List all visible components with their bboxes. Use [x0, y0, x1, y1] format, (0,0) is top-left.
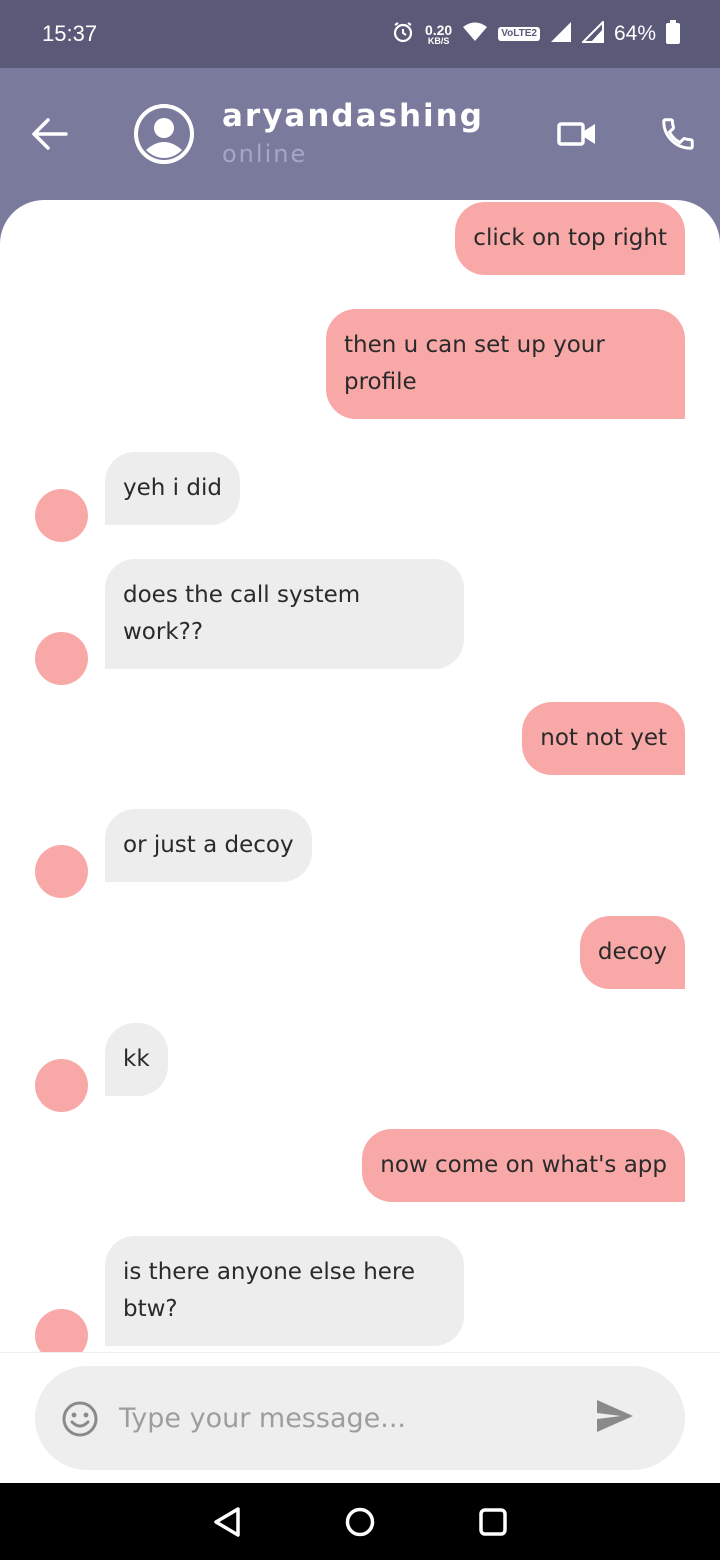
- net-speed: 0.20 KB/S: [425, 23, 452, 46]
- sender-avatar[interactable]: [35, 489, 88, 542]
- contact-name[interactable]: aryandashing: [222, 98, 484, 134]
- contact-avatar[interactable]: [134, 104, 194, 164]
- message-bubble-incoming[interactable]: or just a decoy: [105, 809, 312, 882]
- composer: [0, 1352, 720, 1483]
- volte-badge: VoLTE2: [498, 27, 540, 41]
- emoji-icon: [62, 1401, 98, 1437]
- message-bubble-incoming[interactable]: yeh i did: [105, 452, 240, 525]
- message-bubble-outgoing[interactable]: then u can set up your profile: [326, 309, 685, 419]
- video-call-icon: [557, 122, 595, 146]
- contact-status: online: [222, 140, 308, 168]
- message-bubble-outgoing[interactable]: click on top right: [455, 202, 685, 275]
- send-icon: [597, 1400, 633, 1432]
- message-bubble-incoming[interactable]: kk: [105, 1023, 168, 1096]
- home-circle-icon: [345, 1507, 375, 1536]
- sender-avatar[interactable]: [35, 1059, 88, 1112]
- back-button[interactable]: [28, 112, 72, 156]
- chat-screen: 15:37 0.20 KB/S VoLTE2 64% aryandashing …: [0, 0, 720, 1560]
- battery-icon: [666, 20, 680, 48]
- message-input-container: [35, 1366, 685, 1470]
- sender-avatar[interactable]: [35, 845, 88, 898]
- back-triangle-icon: [213, 1506, 240, 1537]
- phone-call-button[interactable]: [656, 112, 700, 156]
- send-button[interactable]: [595, 1398, 639, 1438]
- status-indicators: 0.20 KB/S VoLTE2 64%: [391, 19, 680, 48]
- recents-square-icon: [479, 1507, 508, 1536]
- status-bar: 15:37 0.20 KB/S VoLTE2 64%: [0, 0, 720, 68]
- back-arrow-icon: [32, 118, 68, 150]
- emoji-button[interactable]: [61, 1400, 99, 1438]
- message-input[interactable]: [119, 1396, 559, 1440]
- signal-icon: [550, 21, 572, 47]
- net-speed-unit: KB/S: [427, 35, 450, 46]
- nav-home-button[interactable]: [340, 1502, 380, 1542]
- video-call-button[interactable]: [554, 114, 600, 154]
- sender-avatar[interactable]: [35, 632, 88, 685]
- system-nav-bar: [0, 1483, 720, 1560]
- avatar-icon: [134, 104, 194, 164]
- nav-recents-button[interactable]: [473, 1502, 513, 1542]
- message-list[interactable]: click on top right then u can set up you…: [0, 200, 720, 1352]
- alarm-icon: [391, 20, 415, 48]
- message-bubble-outgoing[interactable]: decoy: [579, 916, 685, 989]
- message-bubble-incoming[interactable]: is there anyone else here btw?: [105, 1236, 464, 1346]
- signal-roaming-icon: [580, 19, 604, 47]
- battery-percent: 64%: [613, 22, 656, 45]
- message-bubble-incoming[interactable]: does the call system work??: [105, 559, 464, 669]
- wifi-icon: [462, 21, 488, 47]
- nav-back-button[interactable]: [207, 1502, 247, 1542]
- sender-avatar[interactable]: [35, 1309, 88, 1352]
- message-bubble-outgoing[interactable]: now come on what's app: [362, 1129, 685, 1202]
- chat-header: aryandashing online: [0, 68, 720, 208]
- phone-icon: [662, 118, 694, 150]
- status-time: 15:37: [42, 21, 98, 46]
- net-speed-value: 0.20: [424, 21, 453, 38]
- message-bubble-outgoing[interactable]: not not yet: [522, 702, 685, 775]
